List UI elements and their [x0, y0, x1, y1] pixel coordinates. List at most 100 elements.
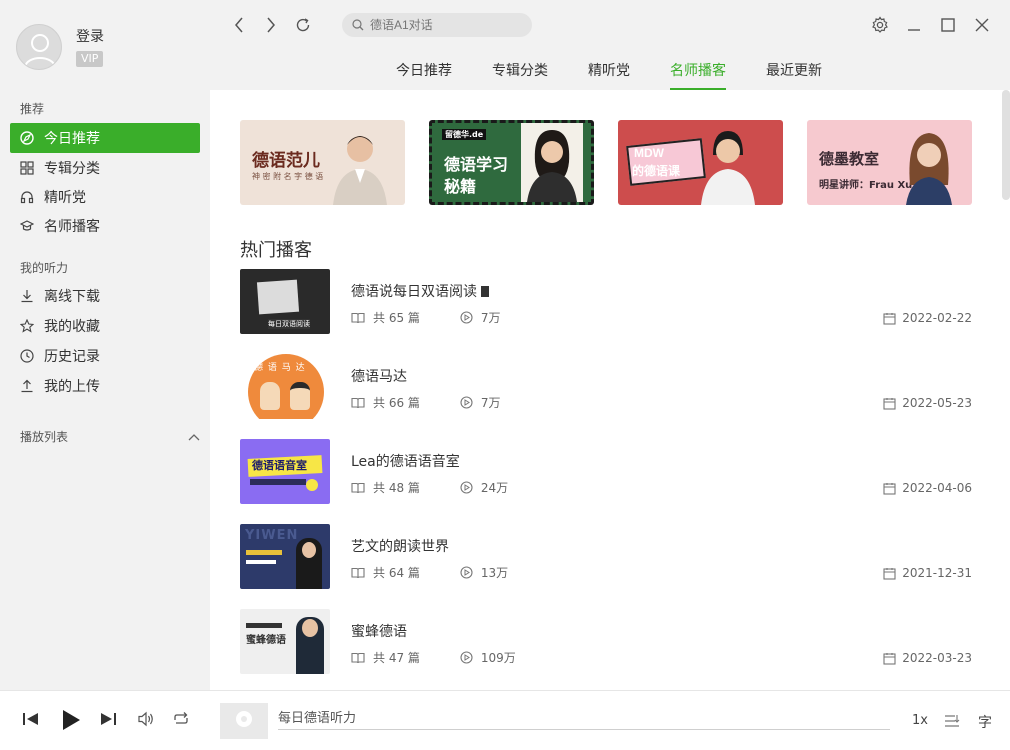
podcast-date: 2021-12-31	[883, 566, 972, 580]
gear-icon[interactable]	[870, 14, 890, 36]
podcast-row[interactable]: 每日双语阅读 德语说每日双语阅读 共 65 篇 7万 2022-02-22	[240, 269, 980, 334]
thumbnail-text: YIWEN	[245, 528, 299, 543]
refresh-icon[interactable]	[294, 14, 312, 36]
sidebar-item-history[interactable]: 历史记录	[10, 341, 200, 371]
book-icon	[351, 652, 365, 664]
podcast-row[interactable]: 德语语音室 Lea的德语语音室 共 48 篇 24万 2022-04-06	[240, 439, 980, 504]
chevron-up-icon[interactable]	[188, 430, 200, 444]
search-box[interactable]	[342, 13, 532, 37]
playlist-queue-icon[interactable]	[944, 713, 960, 729]
tab-recent[interactable]: 最近更新	[766, 60, 822, 90]
next-track-icon[interactable]	[99, 711, 117, 727]
podcast-date: 2022-02-22	[883, 311, 972, 325]
vip-badge[interactable]: VIP	[76, 51, 104, 67]
play-count: 7万	[480, 311, 501, 325]
calendar-icon	[883, 482, 896, 495]
podcast-row[interactable]: 蜜蜂德语 蜜蜂德语 共 47 篇 109万 2022-03-23	[240, 609, 980, 674]
user-panel[interactable]: 登录 VIP	[16, 24, 104, 70]
banner-card[interactable]: MDW 的德语课	[618, 120, 783, 205]
teacher-portrait-image	[521, 123, 583, 202]
sidebar-item-teachers[interactable]: 名师播客	[10, 211, 200, 241]
calendar-icon	[883, 567, 896, 580]
upload-icon	[20, 379, 34, 393]
search-input[interactable]	[370, 18, 530, 32]
play-count: 13万	[480, 566, 509, 580]
player-bar: 每日德语听力 1x 字	[0, 690, 1010, 750]
sidebar-item-label: 离线下载	[44, 289, 100, 305]
search-icon	[352, 16, 364, 35]
sidebar-item-download[interactable]: 离线下载	[10, 281, 200, 311]
repeat-icon[interactable]	[172, 711, 190, 727]
back-arrow-icon[interactable]	[230, 14, 248, 36]
sidebar-item-favorites[interactable]: 我的收藏	[10, 311, 200, 341]
tab-bar: 今日推荐 专辑分类 精听党 名师播客 最近更新	[396, 60, 822, 90]
podcast-thumbnail[interactable]: 德 语 马 达	[240, 354, 330, 419]
banner-card[interactable]: 留德华.de 德语学习 秘籍	[429, 120, 594, 205]
login-link[interactable]: 登录	[76, 27, 104, 47]
podcast-row[interactable]: 德 语 马 达 德语马达 共 66 篇 7万 2022-05-23	[240, 354, 980, 419]
book-icon	[351, 312, 365, 324]
podcast-thumbnail[interactable]: YIWEN	[240, 524, 330, 589]
thumbnail-text: 蜜蜂德语	[246, 635, 286, 646]
banner-tag: 留德华.de	[442, 129, 487, 140]
banner-subtitle: 神 密 附 名 字 德 语	[252, 172, 324, 181]
subtitle-toggle-button[interactable]: 字	[978, 712, 992, 732]
disc-icon	[235, 710, 253, 732]
book-icon	[351, 397, 365, 409]
thumbnail-text: 每日双语阅读	[268, 319, 310, 329]
banner-card[interactable]: 德墨教室 明星讲师：Frau Xu	[807, 120, 972, 205]
podcast-meta: 共 64 篇 13万	[351, 564, 548, 581]
podcast-meta: 共 48 篇 24万	[351, 479, 548, 496]
banner-title: MDW	[634, 146, 664, 160]
podcast-thumbnail[interactable]: 每日双语阅读	[240, 269, 330, 334]
volume-icon[interactable]	[137, 711, 155, 727]
book-icon	[351, 567, 365, 579]
podcast-thumbnail[interactable]: 蜜蜂德语	[240, 609, 330, 674]
grid-icon	[20, 161, 34, 175]
section-title-mine: 我的听力	[20, 261, 69, 275]
playback-speed-button[interactable]: 1x	[912, 713, 928, 728]
podcast-meta: 共 65 篇 7万	[351, 309, 541, 326]
banner-card[interactable]: 德语范儿 神 密 附 名 字 德 语	[240, 120, 405, 205]
sidebar-item-uploads[interactable]: 我的上传	[10, 371, 200, 401]
podcast-row[interactable]: YIWEN 艺文的朗读世界 共 64 篇 13万 2021-12-31	[240, 524, 980, 589]
playlist-header[interactable]: 播放列表	[20, 428, 200, 445]
sidebar-item-today[interactable]: 今日推荐	[10, 123, 200, 153]
tab-teachers[interactable]: 名师播客	[670, 60, 726, 90]
thumbnail-text: 德语语音室	[252, 459, 307, 472]
tab-intensive[interactable]: 精听党	[588, 60, 630, 90]
forward-arrow-icon[interactable]	[262, 14, 280, 36]
sidebar-item-label: 专辑分类	[44, 161, 100, 177]
play-icon[interactable]	[61, 709, 81, 731]
tab-albums[interactable]: 专辑分类	[492, 60, 548, 90]
podcast-thumbnail[interactable]: 德语语音室	[240, 439, 330, 504]
previous-track-icon[interactable]	[22, 711, 40, 727]
sidebar-item-intensive[interactable]: 精听党	[10, 182, 200, 212]
sidebar-item-albums[interactable]: 专辑分类	[10, 153, 200, 183]
play-count: 24万	[480, 481, 509, 495]
sidebar-item-label: 精听党	[44, 190, 86, 206]
close-icon[interactable]	[972, 14, 992, 36]
section-title-recommend: 推荐	[20, 102, 45, 116]
teacher-portrait-image	[333, 136, 387, 205]
scrollbar-thumb[interactable]	[1002, 90, 1010, 200]
star-icon	[20, 319, 34, 333]
banner-title: 德墨教室	[819, 151, 880, 168]
podcast-title: 德语马达	[351, 369, 407, 385]
sidebar-item-label: 我的收藏	[44, 319, 100, 335]
download-icon	[20, 289, 34, 303]
track-cover[interactable]	[220, 703, 268, 739]
tab-today[interactable]: 今日推荐	[396, 60, 452, 90]
headphones-icon	[20, 190, 34, 204]
podcast-date: 2022-04-06	[883, 481, 972, 495]
episode-count: 共 47 篇	[373, 651, 420, 665]
play-count-icon	[460, 311, 473, 324]
app-window: 登录 VIP 推荐 今日推荐 专辑分类 精听党 名师播客 我的听力 离线下载 我…	[0, 0, 1010, 750]
sidebar-item-label: 我的上传	[44, 379, 100, 395]
podcast-meta: 共 47 篇 109万	[351, 649, 556, 666]
maximize-icon[interactable]	[938, 14, 958, 36]
sidebar-item-label: 名师播客	[44, 219, 100, 235]
progress-bar[interactable]	[278, 729, 890, 730]
avatar[interactable]	[16, 24, 62, 70]
minimize-icon[interactable]	[904, 14, 924, 36]
